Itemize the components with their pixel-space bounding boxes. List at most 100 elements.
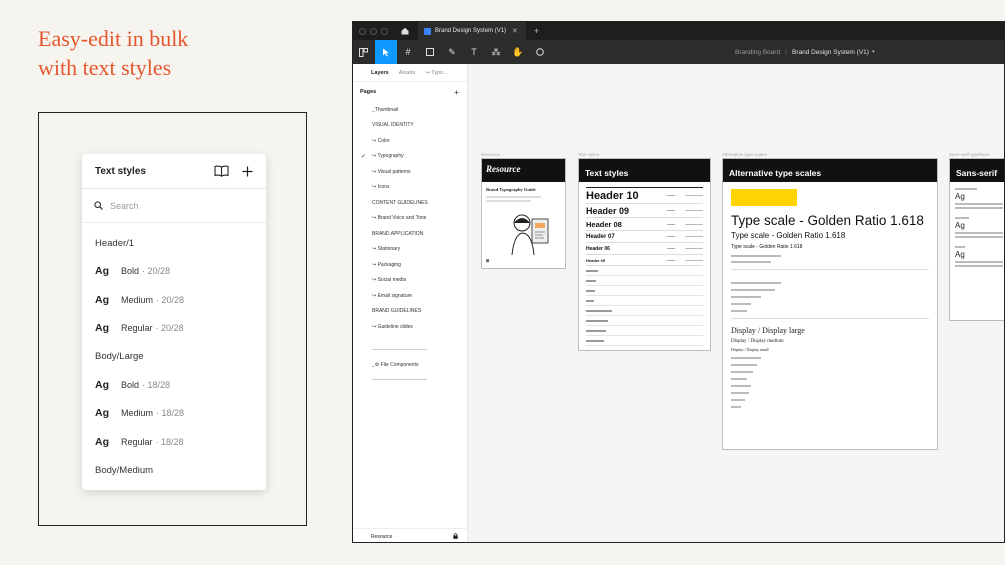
- sample-row: [586, 286, 703, 296]
- hand-tool-icon[interactable]: ✋: [507, 40, 529, 64]
- alt-type-scales-frame[interactable]: Alternative type scales Type scale - Gol…: [722, 158, 938, 450]
- page-item[interactable]: CONTENT GUIDELINES: [353, 195, 467, 211]
- page-item[interactable]: ↪ Email signature: [353, 288, 467, 304]
- row-rule: [685, 195, 703, 196]
- home-icon[interactable]: [396, 22, 414, 40]
- comment-tool-icon[interactable]: [529, 40, 551, 64]
- style-preview: Ag: [95, 322, 109, 335]
- text-styles-header: Text styles: [82, 154, 266, 189]
- tab-current-page[interactable]: ↪ Typo...: [425, 70, 448, 76]
- text-line: [731, 303, 751, 305]
- row-rule: [667, 259, 675, 261]
- text-line: [955, 217, 969, 219]
- resources-icon[interactable]: ⁂: [485, 40, 507, 64]
- text-line: [731, 357, 761, 359]
- style-meta: · 20/28: [156, 294, 185, 305]
- row-rule: [667, 210, 675, 211]
- shape-tool-icon[interactable]: [419, 40, 441, 64]
- style-item[interactable]: Ag Regular · 18/28: [95, 428, 266, 457]
- breadcrumb-separator: /: [785, 48, 787, 56]
- page-divider: [372, 348, 427, 350]
- page-item[interactable]: ↪ Stationary: [353, 242, 467, 258]
- book-icon[interactable]: [212, 162, 230, 180]
- header-row-label: Header 08: [586, 219, 622, 229]
- style-preview: Ag: [95, 435, 109, 448]
- row-rule: [667, 236, 675, 237]
- style-weight: Medium: [121, 408, 154, 419]
- style-item[interactable]: Ag Regular · 20/28: [95, 314, 266, 343]
- style-item[interactable]: Ag Bold · 18/28: [95, 371, 266, 400]
- move-tool-icon[interactable]: [375, 40, 397, 64]
- breadcrumb-file[interactable]: Brand Design System (V1): [792, 49, 869, 56]
- sample-row: [586, 296, 703, 306]
- text-line: [731, 261, 771, 263]
- file-tab[interactable]: Brand Design System (V1) ✕: [418, 22, 526, 40]
- text-line: [955, 232, 1003, 234]
- style-preview: Ag: [95, 407, 109, 420]
- hero-line-1: Easy-edit in bulk: [38, 26, 189, 51]
- style-item[interactable]: Ag Bold · 20/28: [95, 257, 266, 286]
- add-page-icon[interactable]: +: [454, 88, 459, 97]
- row-rule: [667, 248, 675, 249]
- page-divider: [372, 379, 427, 380]
- page-item[interactable]: ↪ Packaging: [353, 257, 467, 273]
- frame-label: Text styles: [578, 152, 600, 157]
- text-tool-icon[interactable]: T: [463, 40, 485, 64]
- text-line: [731, 378, 747, 380]
- text-styles-list: Header/1 Ag Bold · 20/28 Ag Medium · 20/…: [82, 223, 266, 484]
- chevron-down-icon[interactable]: ▾: [872, 49, 875, 55]
- window-minimize-dot[interactable]: [370, 27, 377, 35]
- sample-row: [586, 306, 703, 316]
- pen-tool-icon[interactable]: ✎: [441, 40, 463, 64]
- sans-serif-frame[interactable]: Sans-serif Ag Ag Ag: [949, 158, 1004, 321]
- check-icon: ✓: [361, 153, 367, 160]
- header-row-label: Header 06: [586, 245, 610, 252]
- window-zoom-dot[interactable]: [381, 27, 388, 35]
- style-meta: · 18/28: [155, 436, 184, 447]
- breadcrumb-project[interactable]: Branding Board: [735, 49, 780, 56]
- style-item[interactable]: Ag Medium · 20/28: [95, 286, 266, 315]
- style-item[interactable]: Ag Medium · 18/28: [95, 399, 266, 428]
- resource-frame[interactable]: Resource Brand Typography Guide ⊞: [481, 158, 566, 269]
- new-tab-icon[interactable]: +: [534, 26, 539, 36]
- figma-window: Brand Design System (V1) ✕ + # ✎ T ⁂ ✋ B…: [352, 21, 1005, 543]
- frame-tool-icon[interactable]: #: [397, 40, 419, 64]
- page-item[interactable]: BRAND GUIDELINES: [353, 304, 467, 320]
- search-field[interactable]: Search: [82, 189, 266, 223]
- display-large-sample: Display / Display large: [731, 326, 805, 335]
- header-row: Header 10: [586, 188, 703, 204]
- row-rule: [685, 259, 703, 261]
- page-item[interactable]: ↪ Guideline slides: [353, 319, 467, 335]
- text-line: [731, 255, 781, 257]
- typeface-sample: Ag: [955, 221, 965, 230]
- window-close-dot[interactable]: [359, 27, 366, 35]
- page-item[interactable]: VISUAL IDENTITY: [353, 118, 467, 134]
- file-tab-label: Brand Design System (V1): [435, 28, 507, 34]
- page-item[interactable]: ↪ Social media: [353, 273, 467, 289]
- tab-assets[interactable]: Assets: [399, 70, 416, 76]
- page-item[interactable]: _Thumbnail: [353, 102, 467, 118]
- page-item[interactable]: ↪ Color: [353, 133, 467, 149]
- tab-layers[interactable]: Layers: [371, 70, 389, 76]
- text-line: [731, 399, 745, 401]
- text-styles-frame-header: Text styles: [579, 159, 710, 182]
- text-line: [955, 207, 1003, 209]
- style-meta: · 20/28: [155, 323, 184, 334]
- resource-subtitle: Brand Typography Guide: [486, 187, 536, 192]
- page-item[interactable]: ↪ Icons: [353, 180, 467, 196]
- page-item[interactable]: _⚙ File Components: [353, 358, 467, 374]
- pages-header: Pages +: [353, 82, 467, 102]
- text-styles-frame[interactable]: Text styles Header 10 Header 09 Header 0…: [578, 158, 711, 351]
- text-line: [731, 385, 751, 387]
- main-menu-icon[interactable]: [353, 40, 375, 64]
- close-tab-icon[interactable]: ✕: [512, 27, 518, 35]
- page-item[interactable]: BRAND APPLICATION: [353, 226, 467, 242]
- page-item[interactable]: ↪ Visual patterns: [353, 164, 467, 180]
- page-item[interactable]: ↪ Brand Voice and Tone: [353, 211, 467, 227]
- row-rule: [667, 195, 675, 196]
- page-item-selected[interactable]: ✓ ↪ Typography: [353, 149, 467, 165]
- text-line: [731, 282, 781, 284]
- sidebar-footer[interactable]: Resource: [353, 528, 468, 542]
- canvas[interactable]: Resource Resource Brand Typography Guide…: [468, 64, 1004, 542]
- plus-icon[interactable]: [238, 162, 256, 180]
